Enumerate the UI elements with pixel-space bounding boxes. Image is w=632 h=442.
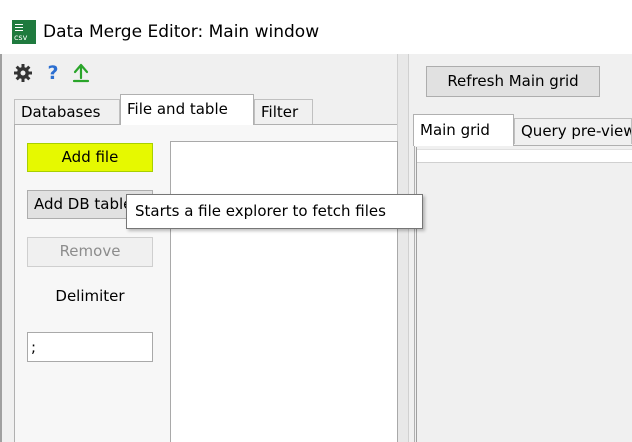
csv-app-icon: csv xyxy=(12,20,36,44)
panel-splitter[interactable] xyxy=(397,54,409,442)
app-icon-text: csv xyxy=(14,33,28,42)
main-grid[interactable] xyxy=(416,147,632,442)
refresh-main-grid-button[interactable]: Refresh Main grid xyxy=(426,66,600,97)
tab-filter[interactable]: Filter xyxy=(254,99,313,125)
remove-button[interactable]: Remove xyxy=(27,237,153,267)
window-title: Data Merge Editor: Main window xyxy=(43,22,320,42)
tab-main-grid[interactable]: Main grid xyxy=(413,114,514,146)
upload-arrow-icon[interactable] xyxy=(70,62,92,84)
gear-icon[interactable] xyxy=(12,62,34,84)
tab-databases[interactable]: Databases xyxy=(14,99,120,125)
tab-query-preview[interactable]: Query pre-view xyxy=(514,118,632,144)
tab-file-and-table[interactable]: File and table xyxy=(120,94,254,125)
add-file-tooltip: Starts a file explorer to fetch files xyxy=(126,194,423,229)
main-grid-header xyxy=(417,149,632,163)
file-list[interactable] xyxy=(170,141,398,442)
delimiter-label: Delimiter xyxy=(55,287,125,305)
delimiter-input[interactable] xyxy=(27,332,153,362)
add-file-button[interactable]: Add file xyxy=(27,143,153,172)
help-icon[interactable]: ? xyxy=(42,62,64,84)
